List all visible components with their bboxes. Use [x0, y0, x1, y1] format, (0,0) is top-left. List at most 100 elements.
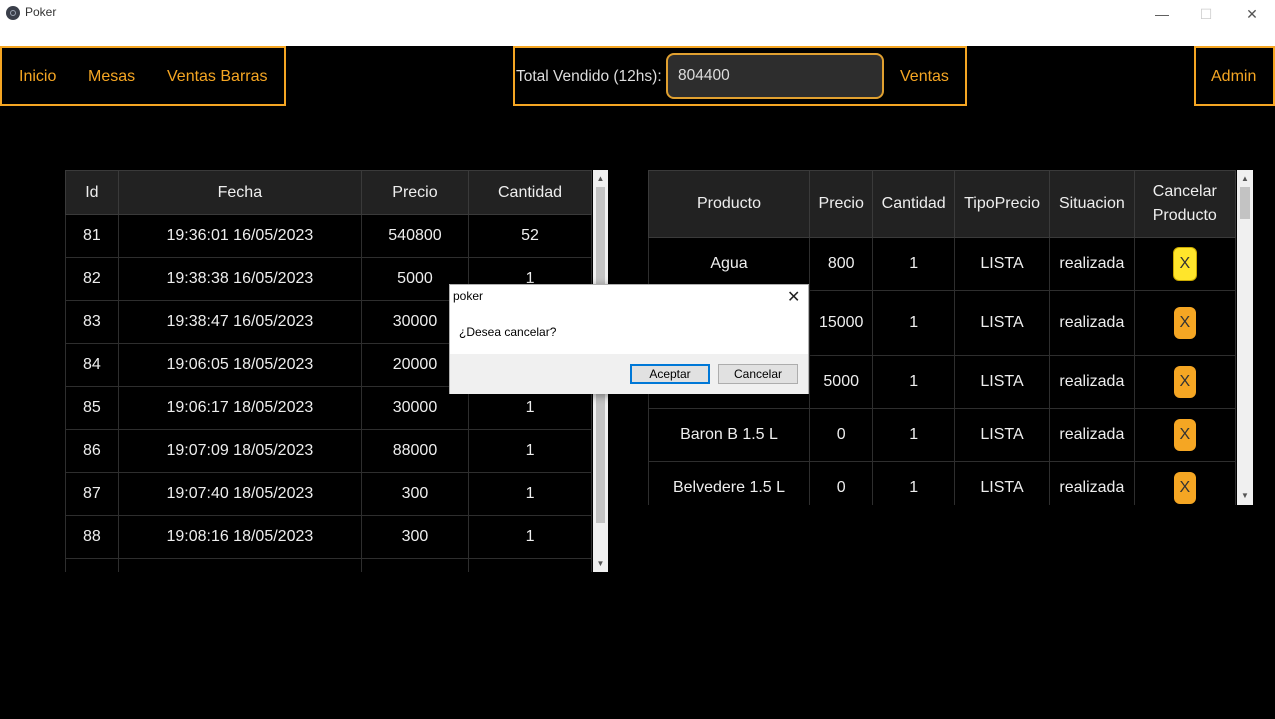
cell-cantidad: 1 [872, 290, 955, 356]
nav-admin[interactable]: Admin [1211, 68, 1256, 86]
scroll-thumb[interactable] [1240, 187, 1250, 219]
cell-id: 88 [65, 515, 119, 559]
cell-precio: 300 [360, 515, 470, 559]
cell-cantidad: 1 [468, 515, 592, 559]
cell-situacion: realizada [1049, 290, 1135, 356]
cell-situacion: realizada [1049, 237, 1135, 291]
table-row[interactable]: Agua 800 1 LISTA realizada X [648, 237, 1236, 291]
nav-mesas[interactable]: Mesas [88, 68, 135, 86]
admin-panel: Admin [1194, 46, 1275, 106]
cell-precio: 800 [808, 237, 874, 291]
cancel-product-button[interactable]: X [1173, 307, 1196, 339]
cell-cancelar: X [1133, 461, 1236, 505]
confirm-dialog: poker ✕ ¿Desea cancelar? Aceptar Cancela… [449, 284, 809, 394]
cell-cantidad: 1 [872, 461, 955, 505]
cell-fecha: 19:07:09 18/05/2023 [117, 429, 362, 473]
table-row[interactable]: 87 19:07:40 18/05/2023 300 1 [65, 472, 592, 516]
table-row[interactable]: 88 19:08:16 18/05/2023 300 1 [65, 515, 592, 559]
cell-precio: 0 [808, 408, 874, 462]
cell-cantidad: 1 [872, 408, 955, 462]
close-icon[interactable]: ✕ [1229, 0, 1275, 28]
table-header: Id Fecha Precio Cantidad [65, 170, 592, 215]
nav-ventas-barras[interactable]: Ventas Barras [167, 68, 268, 86]
scroll-up-icon[interactable]: ▲ [593, 174, 608, 183]
cell-precio: 300 [360, 472, 470, 516]
cell-cancelar: X [1133, 290, 1236, 356]
cell-id: 84 [65, 343, 119, 387]
col-precio: Precio [808, 170, 874, 238]
cell-cantidad: 1 [468, 472, 592, 516]
app-icon [6, 6, 20, 20]
cell-cantidad: 1 [468, 429, 592, 473]
cancel-product-button[interactable]: X [1172, 247, 1197, 281]
cancel-product-button[interactable]: X [1173, 366, 1196, 398]
total-label: Total Vendido (12hs): [516, 68, 662, 85]
col-cantidad: Cantidad [468, 170, 592, 215]
nav-ventas[interactable]: Ventas [900, 68, 949, 86]
nav-inicio[interactable]: Inicio [19, 68, 56, 86]
cell-cancelar: X [1133, 355, 1236, 409]
scroll-down-icon[interactable]: ▼ [593, 559, 608, 568]
cell-id: 89 [65, 558, 119, 572]
scroll-up-icon[interactable]: ▲ [1237, 174, 1253, 183]
minimize-icon[interactable]: — [1139, 0, 1185, 28]
dialog-title: poker [453, 289, 484, 303]
cell-cantidad: 1 [468, 558, 592, 572]
dialog-message: ¿Desea cancelar? [459, 325, 557, 339]
dialog-footer: Aceptar Cancelar [450, 354, 808, 394]
cell-id: 85 [65, 386, 119, 430]
scroll-down-icon[interactable]: ▼ [1237, 491, 1253, 500]
cell-cancelar: X [1133, 408, 1236, 462]
close-icon[interactable]: ✕ [787, 287, 800, 307]
cell-precio: 540800 [360, 214, 470, 258]
cell-tipoprecio: LISTA [953, 461, 1051, 505]
cell-tipoprecio: LISTA [953, 408, 1051, 462]
cell-fecha: 19:07:40 18/05/2023 [117, 472, 362, 516]
cell-cantidad: 1 [872, 237, 955, 291]
cell-tipoprecio: LISTA [953, 237, 1051, 291]
cell-fecha: 19:06:05 18/05/2023 [117, 343, 362, 387]
table-row[interactable]: 8916:52:27 23/05/2023150001 [65, 558, 592, 572]
accept-button[interactable]: Aceptar [630, 364, 710, 384]
productos-scrollbar[interactable]: ▲ ▼ [1237, 170, 1253, 505]
cell-precio: 15000 [360, 558, 470, 572]
col-situacion: Situacion [1049, 170, 1135, 238]
cell-fecha: 19:06:17 18/05/2023 [117, 386, 362, 430]
total-field[interactable]: 804400 [666, 53, 884, 99]
cell-tipoprecio: LISTA [953, 290, 1051, 356]
table-header: Producto Precio Cantidad TipoPrecio Situ… [648, 170, 1236, 238]
cell-id: 87 [65, 472, 119, 516]
col-cancelar-producto: Cancelar Producto [1133, 170, 1236, 238]
col-cantidad: Cantidad [872, 170, 955, 238]
cell-tipoprecio: LISTA [953, 355, 1051, 409]
cell-fecha: 19:08:16 18/05/2023 [117, 515, 362, 559]
cell-cantidad: 52 [468, 214, 592, 258]
cell-producto: Agua [648, 237, 810, 291]
cell-id: 83 [65, 300, 119, 344]
col-producto: Producto [648, 170, 810, 238]
cancel-product-button[interactable]: X [1173, 472, 1196, 504]
table-row[interactable]: 81 19:36:01 16/05/2023 540800 52 [65, 214, 592, 258]
cell-producto: Baron B 1.5 L [648, 408, 810, 462]
table-row[interactable]: 86 19:07:09 18/05/2023 88000 1 [65, 429, 592, 473]
main-nav: Inicio Mesas Ventas Barras [0, 46, 286, 106]
col-tipoprecio: TipoPrecio [953, 170, 1051, 238]
cell-id: 82 [65, 257, 119, 301]
col-id: Id [65, 170, 119, 215]
cancel-button[interactable]: Cancelar [718, 364, 798, 384]
maximize-icon[interactable]: ☐ [1183, 0, 1229, 28]
col-fecha: Fecha [117, 170, 362, 215]
cell-cantidad: 1 [872, 355, 955, 409]
table-row[interactable]: Baron B 1.5 L 0 1 LISTA realizada X [648, 408, 1236, 462]
cell-id: 86 [65, 429, 119, 473]
window-title: Poker [25, 5, 57, 19]
cell-producto: Belvedere 1.5 L [648, 461, 810, 505]
cell-situacion: realizada [1049, 461, 1135, 505]
cell-fecha: 19:38:47 16/05/2023 [117, 300, 362, 344]
cell-situacion: realizada [1049, 408, 1135, 462]
cancel-product-button[interactable]: X [1173, 419, 1196, 451]
table-row[interactable]: Belvedere 1.5 L 0 1 LISTA realizada X [648, 461, 1236, 505]
cell-fecha: 16:52:27 23/05/2023 [117, 558, 362, 572]
cell-precio: 5000 [808, 355, 874, 409]
cell-precio: 88000 [360, 429, 470, 473]
